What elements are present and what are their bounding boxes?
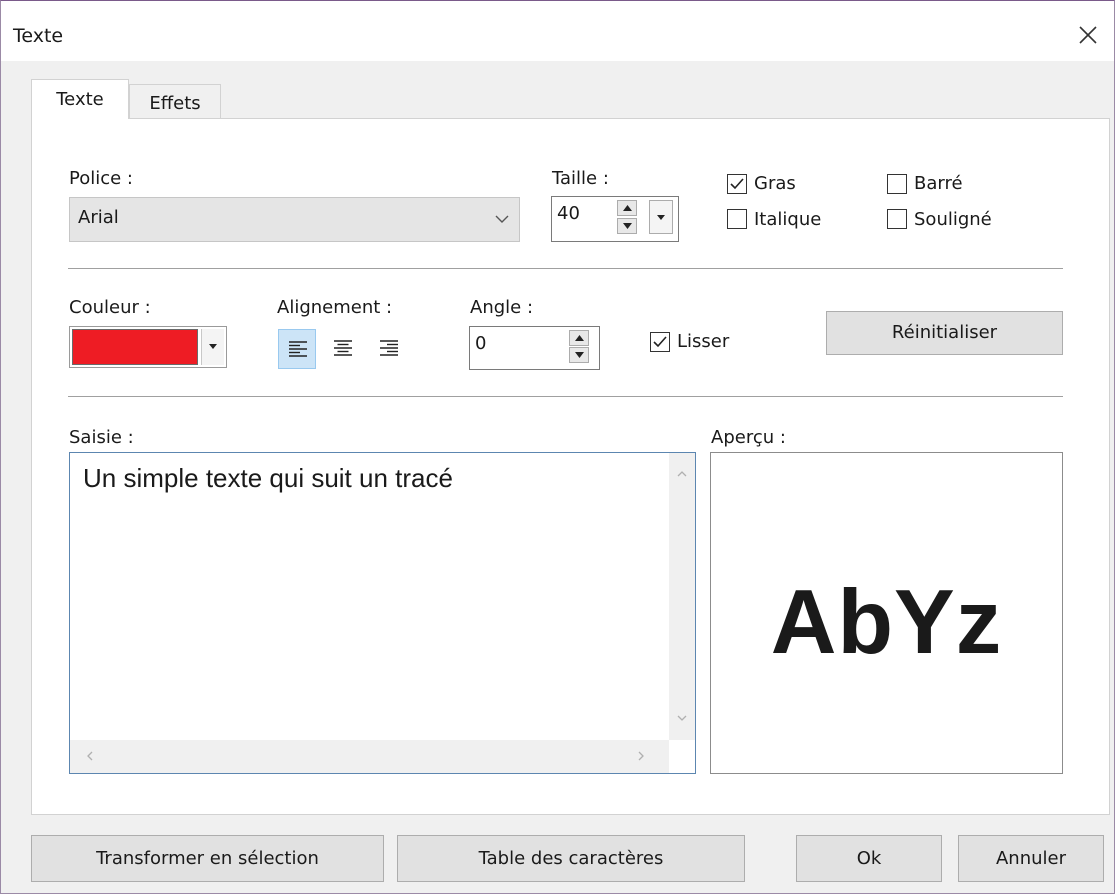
scroll-up-icon[interactable] (677, 471, 687, 477)
color-label: Couleur : (69, 297, 151, 318)
horizontal-scrollbar[interactable] (70, 740, 669, 773)
spin-down-icon (623, 223, 632, 229)
color-picker[interactable] (69, 326, 227, 368)
font-select[interactable]: Arial (69, 197, 520, 242)
smooth-checkbox[interactable] (650, 332, 670, 352)
spin-up-icon (623, 205, 632, 211)
transform-selection-button[interactable]: Transformer en sélection (31, 835, 384, 882)
preview-box: AbYz (710, 452, 1063, 774)
title-bar: Texte (1, 1, 1114, 61)
strike-checkbox[interactable] (887, 174, 907, 194)
angle-spin-up[interactable] (569, 330, 589, 346)
dropdown-arrow-icon (657, 215, 665, 220)
spin-down-icon (575, 352, 584, 358)
close-button[interactable] (1072, 19, 1104, 51)
separator (68, 396, 1063, 397)
preview-label: Aperçu : (711, 427, 786, 448)
input-label: Saisie : (69, 427, 134, 448)
angle-value: 0 (475, 333, 487, 354)
scroll-left-icon[interactable] (87, 751, 93, 761)
align-left-icon (289, 341, 307, 357)
color-swatch (72, 329, 198, 365)
spin-up-icon (575, 335, 584, 341)
check-icon (653, 336, 667, 348)
angle-spin-down[interactable] (569, 347, 589, 363)
text-input-content: Un simple texte qui suit un tracé (83, 463, 453, 493)
size-spin-up[interactable] (617, 200, 637, 216)
underline-label: Souligné (914, 209, 992, 230)
font-value: Arial (78, 207, 119, 228)
align-right-button[interactable] (370, 329, 408, 369)
size-label: Taille : (552, 168, 609, 189)
align-center-button[interactable] (324, 329, 362, 369)
smooth-label: Lisser (677, 331, 730, 352)
bold-checkbox[interactable] (727, 174, 747, 194)
vertical-scrollbar[interactable] (669, 453, 695, 740)
size-value: 40 (557, 203, 580, 224)
italic-label: Italique (754, 209, 822, 230)
size-spin-down[interactable] (617, 218, 637, 234)
ok-button[interactable]: Ok (796, 835, 942, 882)
dropdown-arrow-icon (209, 344, 217, 349)
align-center-icon (334, 340, 352, 356)
italic-checkbox[interactable] (727, 209, 747, 229)
cancel-button[interactable]: Annuler (958, 835, 1104, 882)
bold-label: Gras (754, 173, 796, 194)
size-dropdown-button[interactable] (649, 200, 673, 234)
separator (68, 268, 1063, 269)
align-right-icon (380, 340, 398, 356)
text-input-area[interactable]: Un simple texte qui suit un tracé (69, 452, 696, 774)
preview-sample: AbYz (770, 572, 1003, 673)
tab-effets[interactable]: Effets (129, 84, 221, 119)
color-dropdown-button[interactable] (201, 329, 224, 365)
charmap-button[interactable]: Table des caractères (397, 835, 745, 882)
scroll-down-icon[interactable] (677, 715, 687, 721)
chevron-down-icon (495, 215, 509, 223)
check-icon (730, 178, 744, 190)
reset-button[interactable]: Réinitialiser (826, 311, 1063, 355)
alignment-label: Alignement : (277, 297, 393, 318)
angle-label: Angle : (470, 297, 534, 318)
scrollbar-corner (669, 740, 695, 773)
scroll-right-icon[interactable] (638, 751, 644, 761)
align-left-button[interactable] (278, 329, 316, 369)
close-icon (1079, 26, 1097, 44)
window-title: Texte (13, 25, 64, 47)
strike-label: Barré (914, 173, 963, 194)
underline-checkbox[interactable] (887, 209, 907, 229)
font-label: Police : (69, 168, 133, 189)
tab-texte[interactable]: Texte (31, 79, 129, 119)
text-dialog: Texte Texte Effets Police : Arial Taille… (0, 0, 1115, 894)
